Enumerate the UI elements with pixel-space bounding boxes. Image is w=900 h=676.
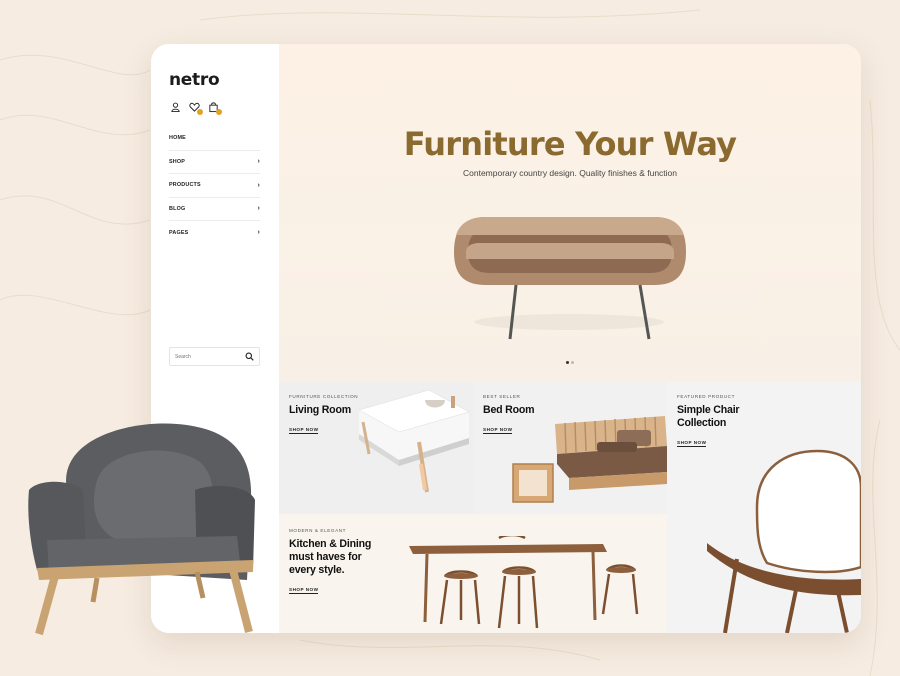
hero-banner: Furniture Your Way Contemporary country …	[279, 44, 861, 382]
heart-icon[interactable]	[189, 101, 203, 115]
card-title: Simple Chair Collection	[677, 404, 740, 429]
nav-item-products[interactable]: PRODUCTS ›	[169, 174, 260, 198]
card-living-room[interactable]: FURNITURE COLLECTION Living Room SHOP NO…	[279, 382, 473, 514]
user-icon[interactable]	[170, 101, 181, 113]
shop-now-link[interactable]: SHOP NOW	[483, 427, 513, 434]
shop-now-link[interactable]: SHOP NOW	[289, 587, 319, 594]
hero-title: Furniture Your Way	[403, 125, 737, 163]
shop-now-link[interactable]: SHOP NOW	[289, 427, 319, 434]
nav-label: BLOG	[169, 205, 186, 212]
wishlist-badge	[197, 109, 203, 115]
card-title: Kitchen & Dining must haves for every st…	[289, 538, 372, 576]
main-nav: HOME SHOP › PRODUCTS › BLOG › PAGES ›	[169, 127, 260, 245]
living-room-table-image	[358, 389, 470, 493]
header-icons	[170, 101, 222, 115]
bag-icon[interactable]	[208, 101, 222, 115]
nav-item-shop[interactable]: SHOP ›	[169, 151, 260, 174]
nav-label: PAGES	[169, 229, 189, 236]
card-title: Living Room	[289, 404, 351, 416]
nav-label: HOME	[169, 135, 186, 142]
shop-now-link[interactable]: SHOP NOW	[677, 440, 707, 447]
card-tag: FURNITURE COLLECTION	[289, 394, 359, 399]
chevron-right-icon: ›	[257, 229, 260, 237]
cart-badge	[216, 109, 222, 115]
slider-dot[interactable]	[566, 361, 569, 364]
card-simple-chair[interactable]: FEATURED PRODUCT Simple Chair Collection…	[667, 382, 861, 633]
bed-image	[512, 416, 667, 503]
nav-item-blog[interactable]: BLOG ›	[169, 198, 260, 221]
card-tag: FEATURED PRODUCT	[677, 394, 736, 399]
nav-item-pages[interactable]: PAGES ›	[169, 221, 260, 245]
site-logo[interactable]: netro	[169, 70, 220, 90]
nav-label: SHOP	[169, 158, 186, 165]
card-title: Bed Room	[483, 404, 535, 416]
slider-dot[interactable]	[571, 361, 574, 364]
card-tag: BEST SELLER	[483, 394, 521, 399]
search-icon[interactable]	[245, 352, 254, 361]
nav-label: PRODUCTS	[169, 182, 201, 189]
dining-set-image	[409, 536, 639, 629]
coffee-table-image	[454, 217, 686, 340]
card-bed-room[interactable]: BEST SELLER Bed Room SHOP NOW	[473, 382, 667, 514]
chevron-right-icon: ›	[257, 205, 260, 213]
hero-subtitle: Contemporary country design. Quality fin…	[462, 168, 678, 178]
chevron-right-icon: ›	[257, 181, 260, 189]
card-tag: MODERN & ELEGANT	[289, 528, 347, 533]
search-box	[169, 347, 260, 366]
armchair-image	[28, 423, 255, 636]
card-kitchen-dining[interactable]: MODERN & ELEGANT Kitchen & Dining must h…	[279, 514, 667, 633]
slider-dots	[566, 361, 574, 364]
shell-chair-image	[707, 449, 861, 633]
nav-item-home[interactable]: HOME	[169, 127, 260, 151]
website-frame: netro HOME SHOP › PRODUCTS › BLOG › PAGE…	[151, 44, 861, 633]
search-input[interactable]	[170, 348, 240, 365]
chevron-right-icon: ›	[257, 158, 260, 166]
